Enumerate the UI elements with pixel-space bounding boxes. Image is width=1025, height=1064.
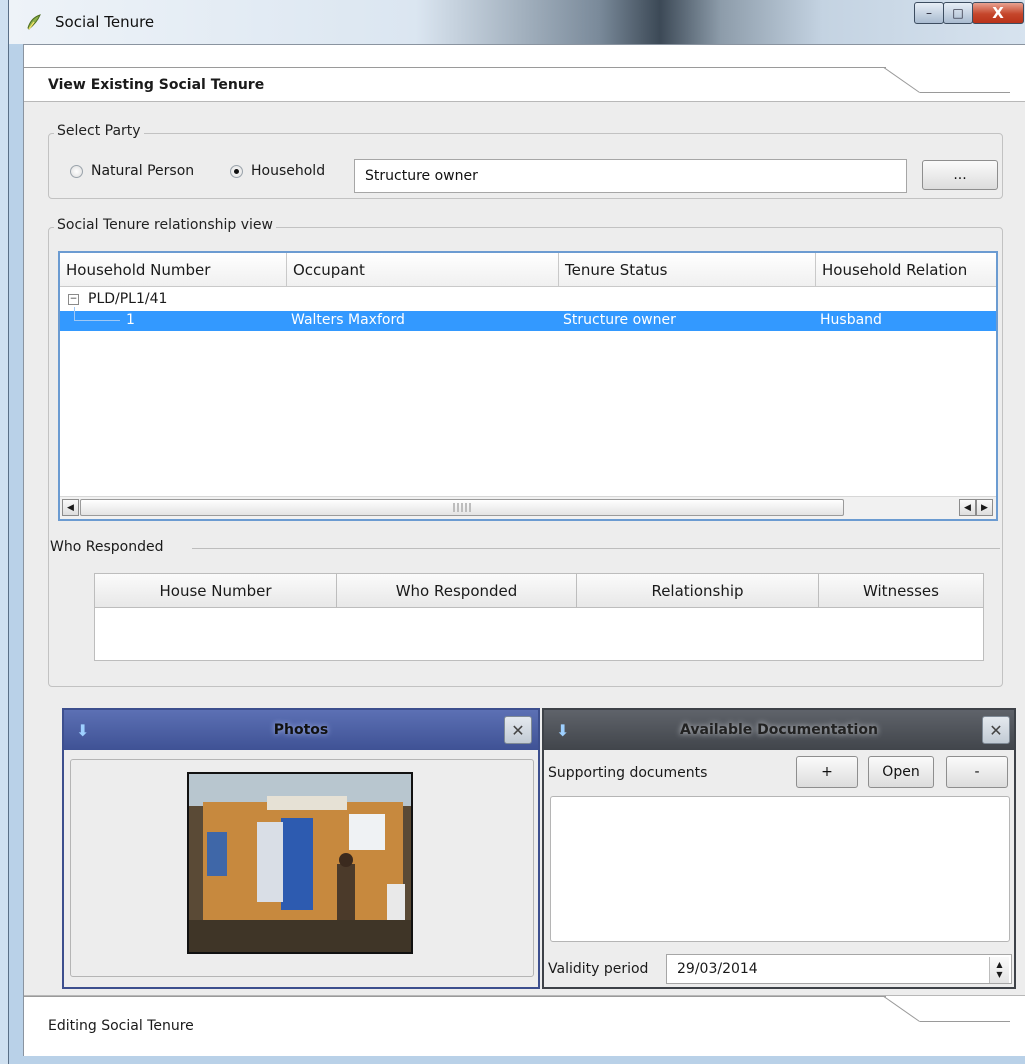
documentation-dock: ⬇ Available Documentation ✕ Supporting d… (542, 708, 1016, 989)
column-header-occupant[interactable]: Occupant (287, 253, 559, 287)
scroll-left-end-icon[interactable]: ◀ (959, 499, 976, 516)
household-relation-cell: Husband (820, 312, 882, 328)
photos-dock-title[interactable]: ⬇ Photos ✕ (64, 710, 538, 750)
documents-list[interactable] (550, 796, 1010, 942)
collapse-icon[interactable]: − (68, 294, 79, 305)
tree-branch-line-h (74, 320, 120, 321)
tenure-status-cell: Structure owner (563, 312, 676, 328)
page-header: View Existing Social Tenure (24, 45, 1025, 102)
social-tenure-window: Social Tenure – □ X View Existing Social… (8, 0, 1025, 1064)
household-number-cell: PLD/PL1/41 (88, 291, 168, 307)
documentation-title: Available Documentation (680, 722, 878, 738)
scrollbar-thumb[interactable] (80, 499, 844, 516)
window-controls: – □ X (914, 2, 1024, 26)
maximize-button[interactable]: □ (943, 2, 973, 24)
select-party-title: Select Party (54, 123, 144, 139)
header-notch (883, 67, 921, 94)
app-icon (27, 14, 41, 30)
who-responded-table[interactable]: House Number Who Responded Relationship … (94, 573, 984, 661)
add-document-button[interactable]: + (796, 756, 858, 788)
photos-panel (70, 759, 534, 977)
footer-status: Editing Social Tenure (48, 1018, 194, 1034)
who-responded-separator (192, 548, 1000, 549)
radio-selected-icon (230, 164, 243, 178)
occupant-cell: Walters Maxford (291, 312, 405, 328)
remove-document-button[interactable]: - (946, 756, 1008, 788)
scroll-left-icon[interactable]: ◀ (62, 499, 79, 516)
date-spinner[interactable]: ▲ ▼ (989, 957, 1009, 983)
horizontal-scrollbar[interactable]: ◀ ◀ ▶ (60, 496, 996, 519)
who-responded-title: Who Responded (50, 539, 164, 555)
column-header-relationship[interactable]: Relationship (577, 574, 819, 608)
minimize-button[interactable]: – (914, 2, 944, 24)
browse-party-button[interactable]: ... (922, 160, 998, 190)
page-footer: Editing Social Tenure (24, 995, 1025, 1056)
supporting-documents-label: Supporting documents (548, 765, 708, 781)
close-button[interactable]: X (972, 2, 1024, 24)
natural-person-label: Natural Person (91, 163, 195, 179)
page-title: View Existing Social Tenure (48, 77, 265, 93)
scroll-right-icon[interactable]: ▶ (976, 499, 993, 516)
party-input[interactable]: Structure owner (354, 159, 907, 193)
relationship-tree[interactable]: Household Number Occupant Tenure Status … (58, 251, 998, 521)
household-radio[interactable]: Household (230, 163, 325, 179)
footer-top-line (24, 996, 886, 997)
column-header-who-responded[interactable]: Who Responded (337, 574, 577, 608)
natural-person-radio[interactable]: Natural Person (70, 163, 194, 179)
footer-notch (883, 996, 921, 1023)
close-icon[interactable]: ✕ (504, 716, 532, 744)
tree-parent-row[interactable]: − PLD/PL1/41 (60, 291, 996, 311)
documentation-dock-title[interactable]: ⬇ Available Documentation ✕ (544, 710, 1014, 750)
child-number-cell: 1 (126, 312, 135, 328)
column-header-tenure-status[interactable]: Tenure Status (559, 253, 816, 287)
property-photo[interactable] (187, 772, 413, 954)
tree-branch-line (74, 307, 75, 321)
relationship-view-title: Social Tenure relationship view (54, 217, 276, 233)
photos-dock: ⬇ Photos ✕ (62, 708, 540, 989)
window-title: Social Tenure (55, 13, 155, 31)
footer-notch-line (920, 1021, 1010, 1022)
header-top-line (24, 67, 886, 68)
spin-down-icon[interactable]: ▼ (996, 970, 1002, 980)
column-header-house-number[interactable]: House Number (95, 574, 337, 608)
close-icon[interactable]: ✕ (982, 716, 1010, 744)
grip-icon (453, 503, 473, 512)
household-label: Household (251, 163, 326, 179)
title-bar[interactable]: Social Tenure – □ X (9, 0, 1025, 44)
photo-image (189, 774, 411, 952)
radio-icon (70, 164, 83, 178)
wizard-page: View Existing Social Tenure Select Party… (23, 44, 1025, 1056)
column-header-household-relation[interactable]: Household Relation (816, 253, 996, 287)
spin-up-icon[interactable]: ▲ (996, 960, 1002, 970)
validity-date-input[interactable]: 29/03/2014 ▲ ▼ (666, 954, 1012, 984)
photos-title: Photos (273, 722, 329, 738)
desktop-edge (0, 0, 8, 1064)
column-header-witnesses[interactable]: Witnesses (819, 574, 983, 608)
open-document-button[interactable]: Open (868, 756, 934, 788)
column-header-household-number[interactable]: Household Number (60, 253, 287, 287)
header-notch-line (920, 92, 1010, 93)
tree-child-row-selected[interactable]: 1 Walters Maxford Structure owner Husban… (60, 307, 996, 331)
validity-period-label: Validity period (548, 961, 649, 977)
validity-date-value: 29/03/2014 (677, 961, 758, 977)
